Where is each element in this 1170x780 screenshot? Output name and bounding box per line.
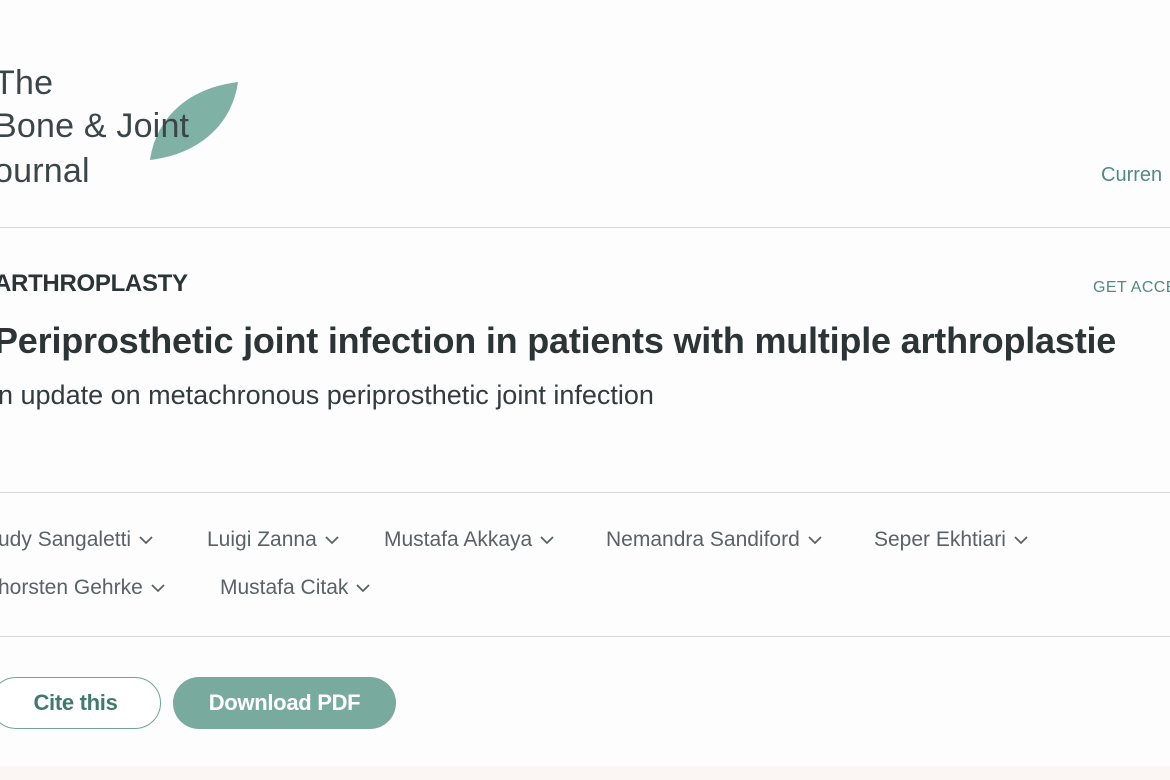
authors-top-divider <box>0 492 1170 493</box>
author-name: horsten Gehrke <box>0 576 143 599</box>
author-name: Nemandra Sandiford <box>606 528 800 551</box>
logo-text-line-2: Bone & Joint <box>0 107 190 145</box>
chevron-down-icon <box>540 535 554 544</box>
get-access-link[interactable]: GET ACCE <box>1093 279 1170 297</box>
journal-logo[interactable]: The Bone & Joint ournal <box>0 56 254 196</box>
chevron-down-icon <box>356 583 371 592</box>
chevron-down-icon <box>1014 535 1028 544</box>
article-title: Periprosthetic joint infection in patien… <box>0 320 1117 361</box>
author-name: Luigi Zanna <box>207 528 317 551</box>
footer-band <box>0 766 1170 780</box>
article-section-label: ARTHROPLASTY <box>0 270 188 297</box>
header-divider <box>0 227 1170 228</box>
author-item[interactable]: Mustafa Citak <box>220 576 371 600</box>
chevron-down-icon <box>151 583 165 592</box>
author-item[interactable]: horsten Gehrke <box>0 576 165 600</box>
author-item[interactable]: Seper Ekhtiari <box>874 528 1028 552</box>
author-name: udy Sangaletti <box>0 528 132 551</box>
author-item[interactable]: Luigi Zanna <box>207 528 339 552</box>
download-pdf-button[interactable]: Download PDF <box>173 677 396 729</box>
chevron-down-icon <box>325 535 339 544</box>
nav-link-current[interactable]: Curren <box>1101 164 1162 187</box>
authors-bottom-divider <box>0 636 1170 637</box>
author-item[interactable]: Nemandra Sandiford <box>606 528 822 552</box>
chevron-down-icon <box>808 535 822 544</box>
author-item[interactable]: Mustafa Akkaya <box>384 528 554 552</box>
author-name: Mustafa Akkaya <box>384 528 533 551</box>
author-item[interactable]: udy Sangaletti <box>0 528 153 552</box>
article-subtitle: n update on metachronous periprosthetic … <box>0 380 654 410</box>
logo-text-line-1: The <box>0 64 54 102</box>
chevron-down-icon <box>139 535 153 544</box>
author-name: Mustafa Citak <box>220 576 349 599</box>
author-name: Seper Ekhtiari <box>874 528 1006 551</box>
logo-text-line-3: ournal <box>0 152 90 190</box>
cite-this-button[interactable]: Cite this <box>0 677 161 729</box>
